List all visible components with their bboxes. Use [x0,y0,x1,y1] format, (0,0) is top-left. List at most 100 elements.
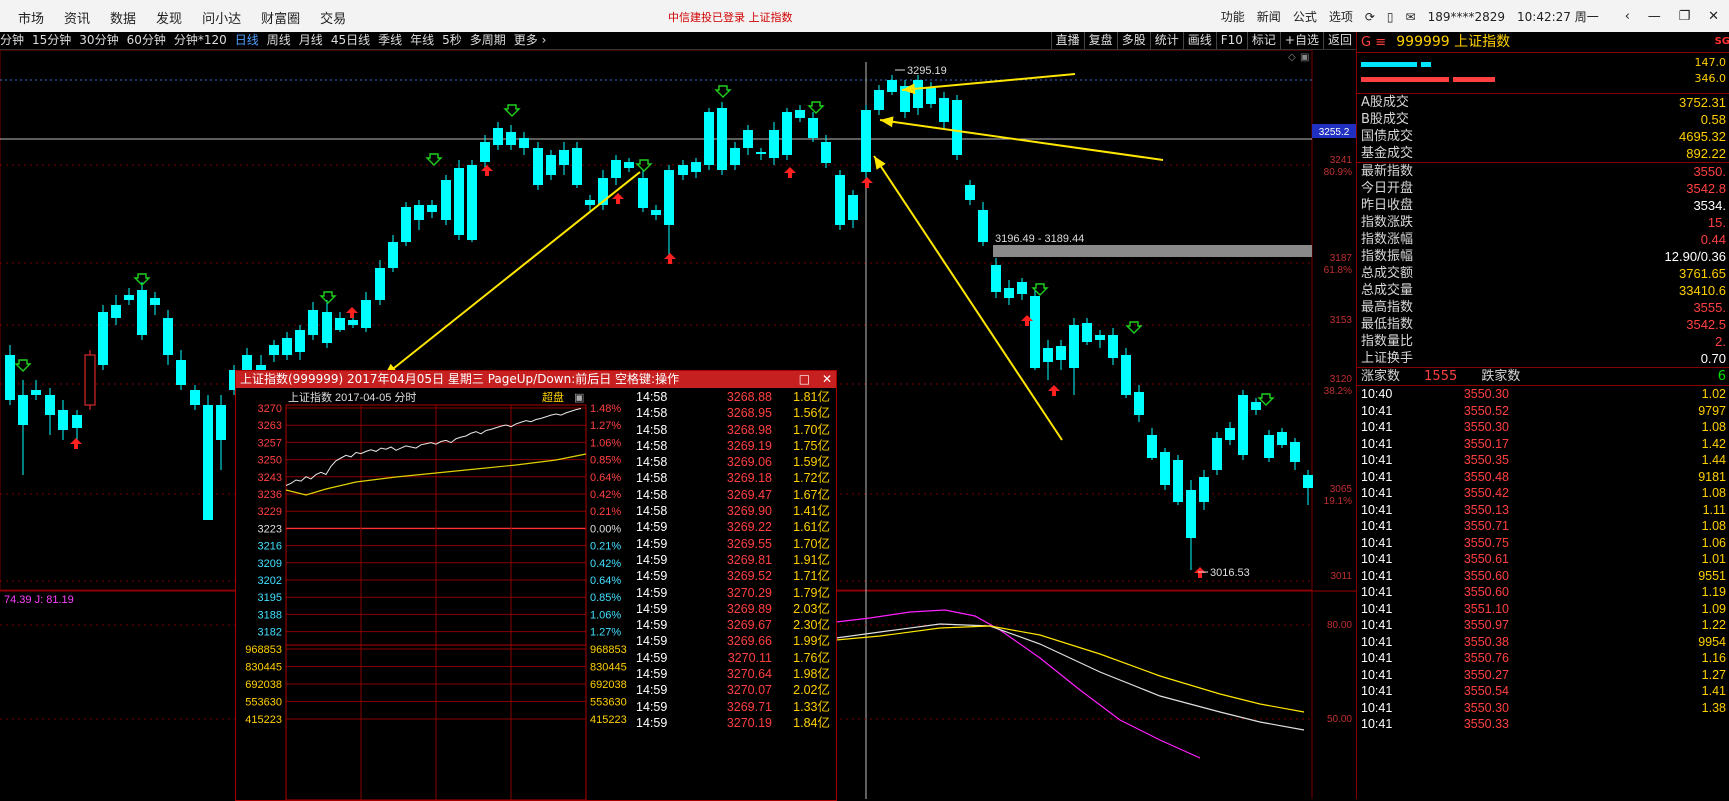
candle-body-down [58,410,68,430]
popup-tick-p: 3269.06 [726,455,772,470]
restore-icon[interactable]: ❐ [1679,9,1691,24]
candle-body-down [782,112,792,155]
phone-icon[interactable]: ▯ [1387,10,1394,24]
close-icon[interactable]: ✕ [1708,9,1719,24]
tick-row: 10:41 3550.13 1.11 [1357,502,1729,519]
candle-body-down [295,330,305,352]
tick-row: 10:41 3550.54 1.41 [1357,683,1729,700]
menu-discover[interactable]: 发现 [156,8,182,27]
candle-body-down [401,207,411,242]
popup-tick-vol: 1.41亿 [793,504,830,519]
candle-body-down [335,318,345,330]
popup-tick-p: 3268.88 [726,390,772,404]
intraday-popup[interactable]: 上证指数(999999) 2017年04月05日 星期三 PageUp/Down… [235,370,837,801]
tool-button-7[interactable]: +自选 [1279,32,1323,49]
tool-button-5[interactable]: F10 [1215,32,1247,49]
top-menu-bar: 市场 资讯 数据 发现 问小达 财富圈 交易 中信建投已登录 上证指数 功能 新… [0,0,1729,33]
menu-market[interactable]: 市场 [18,8,44,27]
popup-close-icon[interactable]: ✕ [822,372,832,386]
message-icon[interactable]: ✉ [1406,10,1416,24]
fib-pct-label: 80.9% [1324,167,1352,178]
back-icon[interactable]: ‹ [1625,9,1630,24]
menu-data[interactable]: 数据 [110,8,136,27]
buy-arrow-icon [1048,385,1060,396]
user-phone[interactable]: 189****2829 [1428,10,1505,24]
popup-tick-t: 14:59 [636,634,668,649]
intraday-chart[interactable]: 上证指数 2017-04-05 分时 超盘 ▣ 3270 1.48% 3263 1.27% 3… [236,389,634,800]
sell-arrow-icon [1257,393,1275,406]
period-tab-5[interactable]: 日线 [235,32,259,49]
candle-body-down [72,415,82,428]
intraday-price-axis: 3229 [258,506,282,518]
tick-vol: 9797 [1698,403,1726,418]
stat-value: 3542.5 [1686,317,1726,332]
popup-tick-list: 14:58 3268.88 1.81亿 14:58 3268.95 1.56亿 14:58 3… [634,389,834,731]
popup-tick-vol: 1.79亿 [793,585,830,600]
period-tab-11[interactable]: 5秒 [442,32,462,49]
tool-button-6[interactable]: 标记 [1246,32,1280,49]
tick-t: 10:41 [1361,486,1393,500]
candle-body-down [1277,432,1287,445]
period-tab-9[interactable]: 季线 [378,32,402,49]
tool-button-3[interactable]: 统计 [1149,32,1183,49]
popup-tick-p: 3270.19 [726,715,772,730]
period-tab-10[interactable]: 年线 [410,32,434,49]
tick-t: 10:41 [1361,651,1393,665]
stat-label: 国债成交 [1361,129,1414,144]
popup-tick-t: 14:59 [636,569,668,584]
candle-body-down [585,200,595,205]
intraday-price-line [285,408,582,486]
intraday-price-axis: 3202 [258,575,282,587]
period-tab-2[interactable]: 30分钟 [79,32,118,49]
period-tab-13[interactable]: 更多 › [514,32,547,49]
tick-p: 3550.33 [1463,717,1509,731]
func-button[interactable]: 功能 [1221,8,1245,25]
period-tab-3[interactable]: 60分钟 [127,32,166,49]
period-tab-7[interactable]: 月线 [299,32,323,49]
candle-body-down [493,128,503,145]
tick-row: 10:41 3550.76 1.16 [1357,650,1729,667]
menu-ask[interactable]: 问小达 [202,8,241,27]
popup-tick-row: 14:59 3270.11 1.76亿 [634,650,834,666]
kdj-d-line [835,625,1305,713]
news-button[interactable]: 新闻 [1257,8,1281,25]
popup-tick-vol: 1.71亿 [793,569,830,584]
popup-tick-p: 3270.11 [727,650,772,665]
menu-wealth[interactable]: 财富圈 [261,8,300,27]
tick-t: 10:41 [1361,469,1393,484]
tick-t: 10:41 [1361,684,1393,698]
menu-trade[interactable]: 交易 [320,8,346,27]
sell-arrow-icon [635,159,653,172]
tool-button-0[interactable]: 直播 [1050,32,1084,49]
tick-p: 3550.17 [1463,436,1509,451]
tool-button-2[interactable]: 多股 [1116,32,1150,49]
tool-button-4[interactable]: 画线 [1182,32,1216,49]
refresh-icon[interactable]: ⟳ [1365,10,1375,24]
tool-button-8[interactable]: 返回 [1322,32,1356,49]
period-tab-8[interactable]: 45日线 [331,32,370,49]
candle-body-down [1082,323,1092,342]
period-tab-0[interactable]: 分钟 [0,32,24,49]
popup-tick-vol: 1.56亿 [793,406,830,421]
candle-body-down [1251,402,1261,410]
tick-vol [1509,716,1729,733]
volume-axis: 968853 [245,644,282,656]
minimize-icon[interactable]: — [1648,9,1661,24]
candle-body-down [45,395,55,415]
tool-button-1[interactable]: 复盘 [1083,32,1117,49]
candle-body-down [756,152,766,154]
period-tab-12[interactable]: 多周期 [470,32,506,49]
period-tab-6[interactable]: 周线 [267,32,291,49]
group-icon[interactable]: G ≡ [1361,35,1386,50]
popup-tick-p: 3269.55 [726,536,772,551]
popup-tick-vol: 1.84亿 [793,715,830,730]
period-tab-4[interactable]: 分钟*120 [174,32,227,49]
menu-news[interactable]: 资讯 [64,8,90,27]
formula-button[interactable]: 公式 [1293,8,1317,25]
maximize-icon[interactable]: □ [799,372,810,386]
popup-titlebar[interactable]: 上证指数(999999) 2017年04月05日 星期三 PageUp/Down… [236,371,836,388]
options-button[interactable]: 选项 [1329,8,1353,25]
stat-value: 3752.31 [1679,95,1726,110]
period-tab-1[interactable]: 15分钟 [32,32,71,49]
sell-arrow-icon [807,101,825,114]
